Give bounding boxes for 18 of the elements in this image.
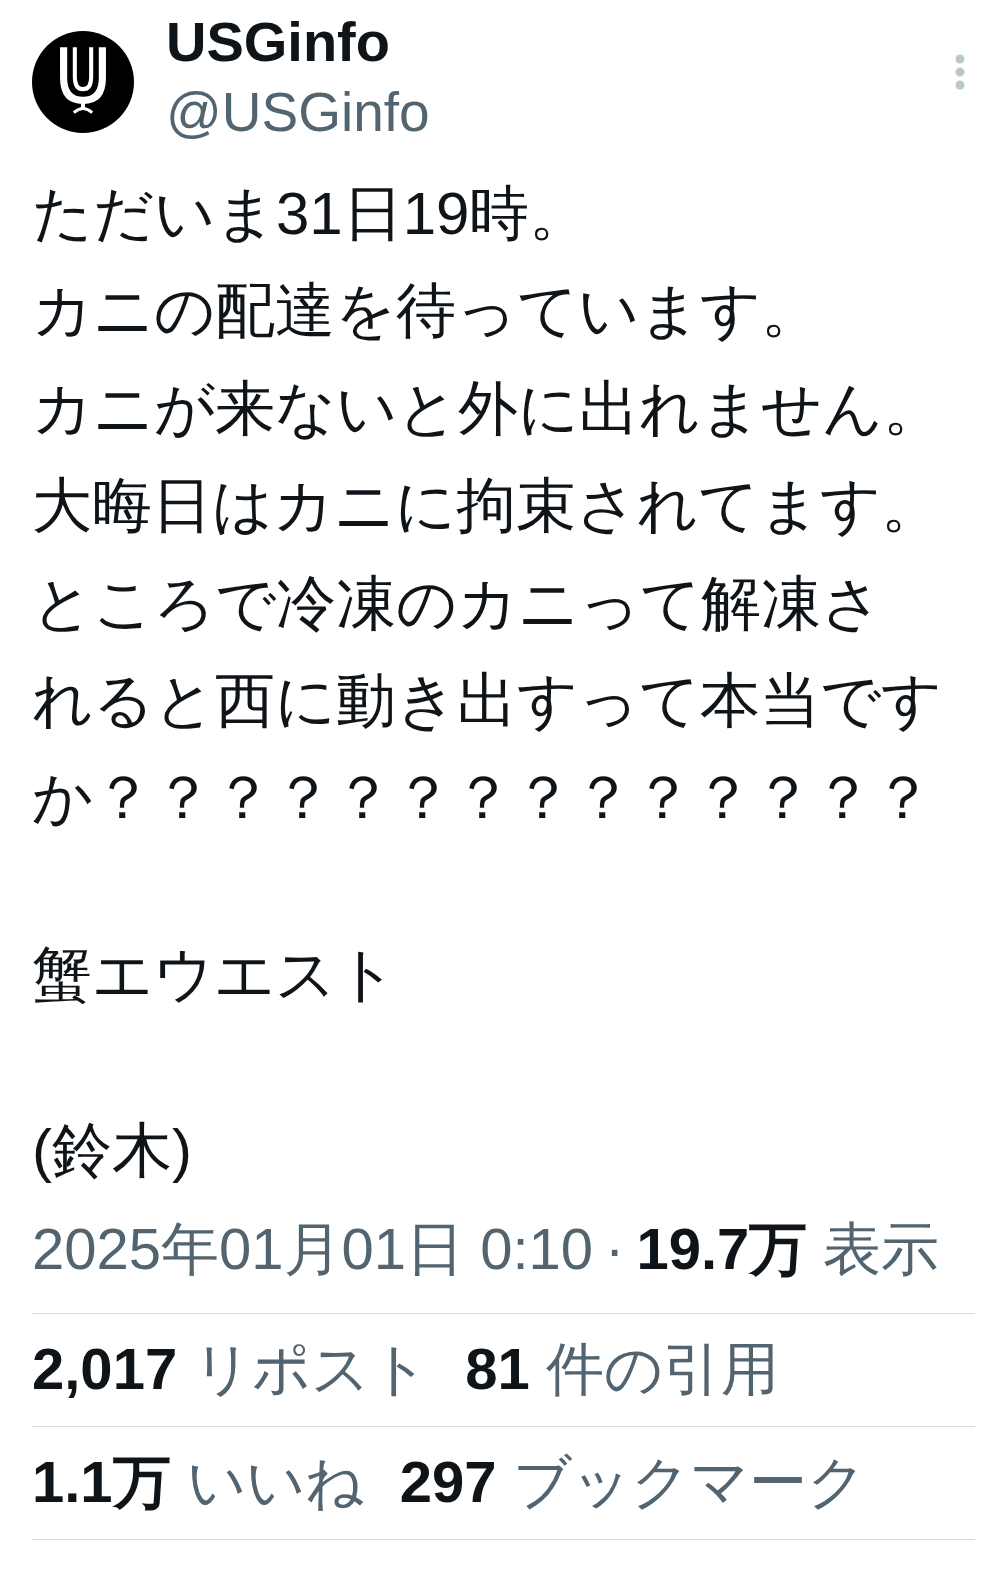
user-handle[interactable]: @USGinfo <box>166 77 430 147</box>
post-text: カニの配達を待っています。 <box>32 276 822 347</box>
post-text: (鈴木) <box>32 1116 193 1187</box>
post-text: 蟹エウエスト <box>32 939 398 1010</box>
vertical-dots-icon <box>955 54 965 90</box>
avatar-logo-icon[interactable] <box>32 31 134 133</box>
timestamp-link[interactable]: 2025年01月01日 0:10 <box>32 1213 594 1284</box>
stat-link[interactable]: 2,017 リポスト <box>32 1330 430 1409</box>
stat-link[interactable]: 81 件の引用 <box>465 1330 779 1409</box>
post-text: カニが来ないと外に出れません。 <box>32 373 944 444</box>
display-name[interactable]: USGinfo <box>166 7 430 77</box>
post-text: ところで冷凍のカニって解凍されると西に動き出すって本当ですか？？？？？？？？？？？？？？ <box>32 568 943 834</box>
separator-dot: · <box>605 1214 625 1283</box>
post-text: 大晦日はカニに拘束されてます。 <box>32 471 942 542</box>
view-count: 19.7万 表示 <box>636 1214 940 1283</box>
stat-link[interactable]: 297 ブックマーク <box>399 1443 866 1522</box>
stat-link[interactable]: 1.1万 いいね <box>32 1443 364 1522</box>
post-text: ただいま31日19時。 <box>32 179 591 249</box>
